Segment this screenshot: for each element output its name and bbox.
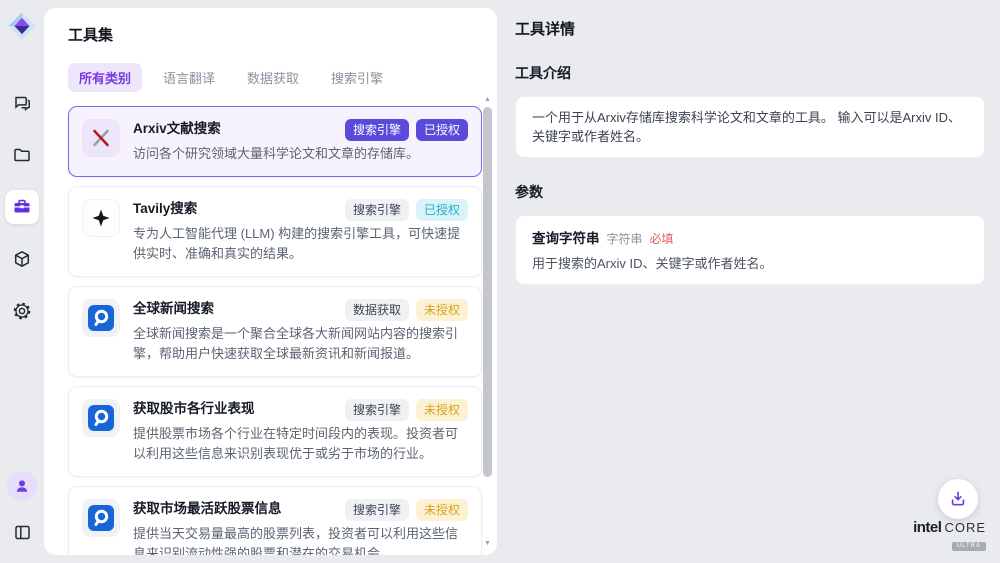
tool-name: 全球新闻搜索	[133, 299, 337, 318]
param-description: 用于搜索的Arxiv ID、关键字或作者姓名。	[532, 255, 968, 273]
tool-name: Tavily搜索	[133, 199, 337, 218]
sidebar-item-models[interactable]	[5, 242, 39, 276]
auth-badge: 已授权	[416, 199, 468, 221]
app-logo-icon[interactable]	[8, 12, 36, 40]
tool-card-stock-sectors[interactable]: 获取股市各行业表现 搜索引擎 未授权 提供股票市场各个行业在特定时间段内的表现。…	[68, 386, 482, 477]
scroll-down-icon[interactable]: ▼	[482, 538, 493, 550]
category-badge: 搜索引擎	[345, 399, 409, 421]
tool-library-panel: 工具集 所有类别 语言翻译 数据获取 搜索引擎 Arxiv文献搜索 搜索引擎 已…	[44, 8, 497, 555]
juhe-q-icon	[82, 399, 120, 437]
category-badge: 数据获取	[345, 299, 409, 321]
sidebar-item-files[interactable]	[5, 138, 39, 172]
category-badge: 搜索引擎	[345, 499, 409, 521]
tool-description: 专为人工智能代理 (LLM) 构建的搜索引擎工具，可快速提供实时、准确和真实的结…	[133, 224, 461, 264]
intro-text: 一个用于从Arxiv存储库搜索科学论文和文章的工具。 输入可以是Arxiv ID…	[532, 108, 968, 146]
user-avatar[interactable]	[7, 471, 37, 501]
tool-card-arxiv[interactable]: Arxiv文献搜索 搜索引擎 已授权 访问各个研究领域大量科学论文和文章的存储库…	[68, 106, 482, 177]
scrollbar-thumb[interactable]	[483, 107, 492, 477]
intel-core-logo: intel core ultra	[913, 520, 986, 551]
sparkle-icon	[82, 199, 120, 237]
param-required-flag: 必填	[650, 230, 674, 247]
core-wordmark: core	[944, 521, 986, 534]
param-name: 查询字符串	[532, 227, 600, 247]
auth-badge: 未授权	[416, 299, 468, 321]
param-type: 字符串	[607, 230, 643, 247]
auth-badge: 已授权	[416, 119, 468, 141]
sidebar-item-settings[interactable]	[5, 294, 39, 328]
toolbox-icon	[12, 197, 32, 217]
folder-icon	[12, 145, 32, 165]
tool-name: Arxiv文献搜索	[133, 119, 337, 138]
tool-name: 获取市场最活跃股票信息	[133, 499, 337, 518]
download-icon	[948, 489, 968, 509]
scroll-up-icon[interactable]: ▲	[482, 94, 493, 106]
tab-data-fetch[interactable]: 数据获取	[236, 63, 310, 92]
arxiv-x-icon	[82, 119, 120, 157]
page-title: 工具集	[68, 24, 497, 45]
tool-details-pane: 工具详情 工具介绍 一个用于从Arxiv存储库搜索科学论文和文章的工具。 输入可…	[515, 0, 985, 563]
sidebar-item-tools[interactable]	[5, 190, 39, 224]
category-badge: 搜索引擎	[345, 119, 409, 141]
collapse-panel-button[interactable]	[5, 515, 39, 549]
tool-name: 获取股市各行业表现	[133, 399, 337, 418]
tool-description: 全球新闻搜索是一个聚合全球各大新闻网站内容的搜索引擎，帮助用户快速获取全球最新资…	[133, 324, 461, 364]
juhe-q-icon	[82, 499, 120, 537]
intel-wordmark: intel	[913, 520, 941, 535]
auth-badge: 未授权	[416, 499, 468, 521]
tool-card-active-stocks[interactable]: 获取市场最活跃股票信息 搜索引擎 未授权 提供当天交易量最高的股票列表，投资者可…	[68, 486, 482, 555]
tool-description: 访问各个研究领域大量科学论文和文章的存储库。	[133, 144, 461, 164]
details-title: 工具详情	[515, 18, 985, 39]
person-icon	[14, 478, 30, 494]
gear-icon	[12, 301, 32, 321]
juhe-q-icon	[82, 299, 120, 337]
tool-description: 提供股票市场各个行业在特定时间段内的表现。投资者可以利用这些信息来识别表现优于或…	[133, 424, 461, 464]
tool-description: 提供当天交易量最高的股票列表，投资者可以利用这些信息来识别流动性强的股票和潜在的…	[133, 524, 461, 555]
auth-badge: 未授权	[416, 399, 468, 421]
tab-all-categories[interactable]: 所有类别	[68, 63, 142, 92]
download-button[interactable]	[938, 479, 978, 519]
category-badge: 搜索引擎	[345, 199, 409, 221]
tab-search-engine[interactable]: 搜索引擎	[320, 63, 394, 92]
sidebar-rail	[0, 0, 44, 563]
param-box: 查询字符串 字符串 必填 用于搜索的Arxiv ID、关键字或作者姓名。	[515, 215, 985, 285]
category-tabs: 所有类别 语言翻译 数据获取 搜索引擎	[68, 63, 497, 92]
intro-heading: 工具介绍	[515, 63, 985, 83]
tab-translation[interactable]: 语言翻译	[152, 63, 226, 92]
tool-card-tavily[interactable]: Tavily搜索 搜索引擎 已授权 专为人工智能代理 (LLM) 构建的搜索引擎…	[68, 186, 482, 277]
ultra-badge: ultra	[952, 542, 986, 551]
cube-icon	[12, 249, 32, 269]
chat-icon	[12, 93, 32, 113]
params-heading: 参数	[515, 182, 985, 202]
tool-list: Arxiv文献搜索 搜索引擎 已授权 访问各个研究领域大量科学论文和文章的存储库…	[68, 106, 482, 555]
intro-box: 一个用于从Arxiv存储库搜索科学论文和文章的工具。 输入可以是Arxiv ID…	[515, 96, 985, 158]
layout-panel-icon	[13, 523, 32, 542]
list-scrollbar[interactable]: ▲ ▼	[482, 94, 493, 550]
sidebar-item-chat[interactable]	[5, 86, 39, 120]
tool-card-global-news[interactable]: 全球新闻搜索 数据获取 未授权 全球新闻搜索是一个聚合全球各大新闻网站内容的搜索…	[68, 286, 482, 377]
